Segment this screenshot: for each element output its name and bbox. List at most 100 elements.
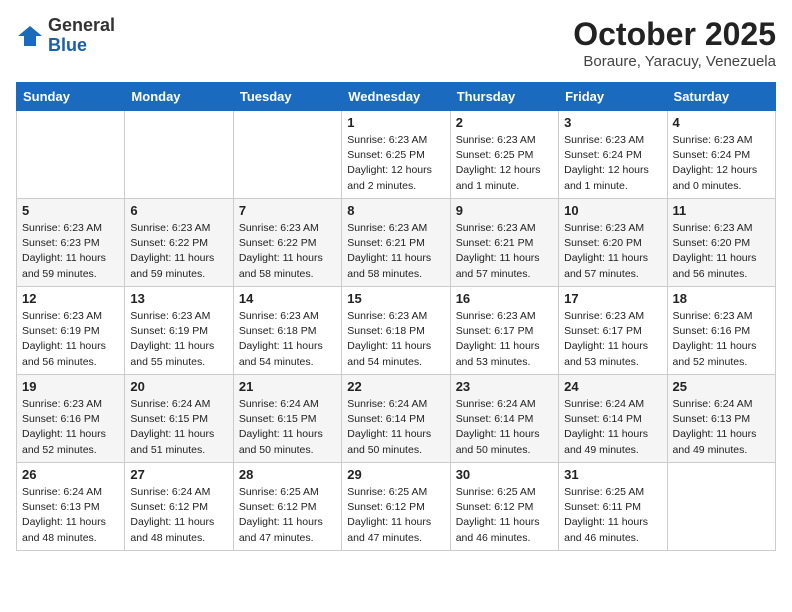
day-info: Sunrise: 6:23 AM Sunset: 6:19 PM Dayligh… [130, 309, 227, 370]
day-number: 17 [564, 291, 661, 306]
month-title: October 2025 [573, 16, 776, 53]
calendar-week-row: 1 Sunrise: 6:23 AM Sunset: 6:25 PM Daylig… [17, 111, 776, 199]
logo-text: General Blue [48, 16, 115, 56]
day-info: Sunrise: 6:23 AM Sunset: 6:20 PM Dayligh… [564, 221, 661, 282]
header-monday: Monday [125, 83, 233, 111]
day-info: Sunrise: 6:23 AM Sunset: 6:24 PM Dayligh… [564, 133, 661, 194]
calendar-cell: 30 Sunrise: 6:25 AM Sunset: 6:12 PM Dayli… [450, 463, 558, 551]
day-number: 26 [22, 467, 119, 482]
calendar-cell: 27Sunrise: 6:24 AM Sunset: 6:12 PM Dayli… [125, 463, 233, 551]
day-number: 25 [673, 379, 770, 394]
header-friday: Friday [559, 83, 667, 111]
calendar-cell: 28 Sunrise: 6:25 AM Sunset: 6:12 PM Dayli… [233, 463, 341, 551]
day-number: 31 [564, 467, 661, 482]
calendar-cell: 12Sunrise: 6:23 AM Sunset: 6:19 PM Dayli… [17, 287, 125, 375]
calendar-cell: 25 Sunrise: 6:24 AM Sunset: 6:13 PM Dayli… [667, 375, 775, 463]
header-tuesday: Tuesday [233, 83, 341, 111]
day-info: Sunrise: 6:23 AM Sunset: 6:20 PM Dayligh… [673, 221, 770, 282]
day-info: Sunrise: 6:23 AM Sunset: 6:18 PM Dayligh… [347, 309, 444, 370]
day-info: Sunrise: 6:23 AM Sunset: 6:25 PM Dayligh… [456, 133, 553, 194]
day-number: 22 [347, 379, 444, 394]
calendar-cell: 15Sunrise: 6:23 AM Sunset: 6:18 PM Dayli… [342, 287, 450, 375]
calendar-cell [233, 111, 341, 199]
day-info: Sunrise: 6:23 AM Sunset: 6:18 PM Dayligh… [239, 309, 336, 370]
day-info: Sunrise: 6:24 AM Sunset: 6:14 PM Dayligh… [564, 397, 661, 458]
day-number: 20 [130, 379, 227, 394]
calendar-cell: 13Sunrise: 6:23 AM Sunset: 6:19 PM Dayli… [125, 287, 233, 375]
calendar-cell: 1 Sunrise: 6:23 AM Sunset: 6:25 PM Daylig… [342, 111, 450, 199]
day-info: Sunrise: 6:23 AM Sunset: 6:17 PM Dayligh… [456, 309, 553, 370]
day-number: 4 [673, 115, 770, 130]
logo-blue-text: Blue [48, 36, 115, 56]
calendar-cell: 3 Sunrise: 6:23 AM Sunset: 6:24 PM Daylig… [559, 111, 667, 199]
calendar-cell: 18 Sunrise: 6:23 AM Sunset: 6:16 PM Dayli… [667, 287, 775, 375]
logo: General Blue [16, 16, 115, 56]
day-info: Sunrise: 6:23 AM Sunset: 6:22 PM Dayligh… [130, 221, 227, 282]
day-number: 11 [673, 203, 770, 218]
day-info: Sunrise: 6:23 AM Sunset: 6:19 PM Dayligh… [22, 309, 119, 370]
logo-icon [16, 22, 44, 50]
day-number: 19 [22, 379, 119, 394]
calendar-cell: 6 Sunrise: 6:23 AM Sunset: 6:22 PM Daylig… [125, 199, 233, 287]
day-info: Sunrise: 6:25 AM Sunset: 6:11 PM Dayligh… [564, 485, 661, 546]
header-sunday: Sunday [17, 83, 125, 111]
calendar-cell: 26 Sunrise: 6:24 AM Sunset: 6:13 PM Dayli… [17, 463, 125, 551]
day-number: 8 [347, 203, 444, 218]
header-wednesday: Wednesday [342, 83, 450, 111]
day-number: 2 [456, 115, 553, 130]
day-info: Sunrise: 6:23 AM Sunset: 6:21 PM Dayligh… [347, 221, 444, 282]
calendar-cell: 5Sunrise: 6:23 AM Sunset: 6:23 PM Daylig… [17, 199, 125, 287]
calendar-cell: 7Sunrise: 6:23 AM Sunset: 6:22 PM Daylig… [233, 199, 341, 287]
day-number: 23 [456, 379, 553, 394]
calendar-cell: 20 Sunrise: 6:24 AM Sunset: 6:15 PM Dayli… [125, 375, 233, 463]
day-number: 10 [564, 203, 661, 218]
day-info: Sunrise: 6:24 AM Sunset: 6:15 PM Dayligh… [130, 397, 227, 458]
day-number: 16 [456, 291, 553, 306]
day-info: Sunrise: 6:23 AM Sunset: 6:16 PM Dayligh… [22, 397, 119, 458]
calendar-cell: 21Sunrise: 6:24 AM Sunset: 6:15 PM Dayli… [233, 375, 341, 463]
day-info: Sunrise: 6:24 AM Sunset: 6:13 PM Dayligh… [673, 397, 770, 458]
calendar-table: SundayMondayTuesdayWednesdayThursdayFrid… [16, 82, 776, 551]
day-number: 1 [347, 115, 444, 130]
day-number: 30 [456, 467, 553, 482]
calendar-cell: 9Sunrise: 6:23 AM Sunset: 6:21 PM Daylig… [450, 199, 558, 287]
title-block: October 2025 Boraure, Yaracuy, Venezuela [573, 16, 776, 70]
day-info: Sunrise: 6:25 AM Sunset: 6:12 PM Dayligh… [456, 485, 553, 546]
calendar-week-row: 19 Sunrise: 6:23 AM Sunset: 6:16 PM Dayli… [17, 375, 776, 463]
calendar-cell: 16 Sunrise: 6:23 AM Sunset: 6:17 PM Dayli… [450, 287, 558, 375]
day-info: Sunrise: 6:23 AM Sunset: 6:25 PM Dayligh… [347, 133, 444, 194]
calendar-cell [17, 111, 125, 199]
calendar-cell [125, 111, 233, 199]
day-info: Sunrise: 6:23 AM Sunset: 6:21 PM Dayligh… [456, 221, 553, 282]
day-info: Sunrise: 6:23 AM Sunset: 6:22 PM Dayligh… [239, 221, 336, 282]
header-saturday: Saturday [667, 83, 775, 111]
calendar-cell: 29Sunrise: 6:25 AM Sunset: 6:12 PM Dayli… [342, 463, 450, 551]
day-number: 28 [239, 467, 336, 482]
calendar-cell: 24 Sunrise: 6:24 AM Sunset: 6:14 PM Dayli… [559, 375, 667, 463]
day-info: Sunrise: 6:25 AM Sunset: 6:12 PM Dayligh… [239, 485, 336, 546]
day-info: Sunrise: 6:25 AM Sunset: 6:12 PM Dayligh… [347, 485, 444, 546]
day-info: Sunrise: 6:24 AM Sunset: 6:13 PM Dayligh… [22, 485, 119, 546]
calendar-cell: 19 Sunrise: 6:23 AM Sunset: 6:16 PM Dayli… [17, 375, 125, 463]
calendar-week-row: 26 Sunrise: 6:24 AM Sunset: 6:13 PM Dayli… [17, 463, 776, 551]
calendar-cell: 14 Sunrise: 6:23 AM Sunset: 6:18 PM Dayli… [233, 287, 341, 375]
day-number: 6 [130, 203, 227, 218]
day-number: 24 [564, 379, 661, 394]
calendar-week-row: 5Sunrise: 6:23 AM Sunset: 6:23 PM Daylig… [17, 199, 776, 287]
calendar-cell: 4Sunrise: 6:23 AM Sunset: 6:24 PM Daylig… [667, 111, 775, 199]
page-header: General Blue October 2025 Boraure, Yarac… [16, 16, 776, 70]
day-number: 14 [239, 291, 336, 306]
calendar-cell: 8 Sunrise: 6:23 AM Sunset: 6:21 PM Daylig… [342, 199, 450, 287]
day-info: Sunrise: 6:24 AM Sunset: 6:14 PM Dayligh… [456, 397, 553, 458]
calendar-cell: 11 Sunrise: 6:23 AM Sunset: 6:20 PM Dayli… [667, 199, 775, 287]
day-info: Sunrise: 6:24 AM Sunset: 6:15 PM Dayligh… [239, 397, 336, 458]
calendar-week-row: 12Sunrise: 6:23 AM Sunset: 6:19 PM Dayli… [17, 287, 776, 375]
calendar-cell: 2 Sunrise: 6:23 AM Sunset: 6:25 PM Daylig… [450, 111, 558, 199]
day-number: 3 [564, 115, 661, 130]
logo-general-text: General [48, 16, 115, 36]
day-number: 18 [673, 291, 770, 306]
calendar-cell: 10 Sunrise: 6:23 AM Sunset: 6:20 PM Dayli… [559, 199, 667, 287]
day-info: Sunrise: 6:23 AM Sunset: 6:17 PM Dayligh… [564, 309, 661, 370]
calendar-cell [667, 463, 775, 551]
day-info: Sunrise: 6:23 AM Sunset: 6:16 PM Dayligh… [673, 309, 770, 370]
